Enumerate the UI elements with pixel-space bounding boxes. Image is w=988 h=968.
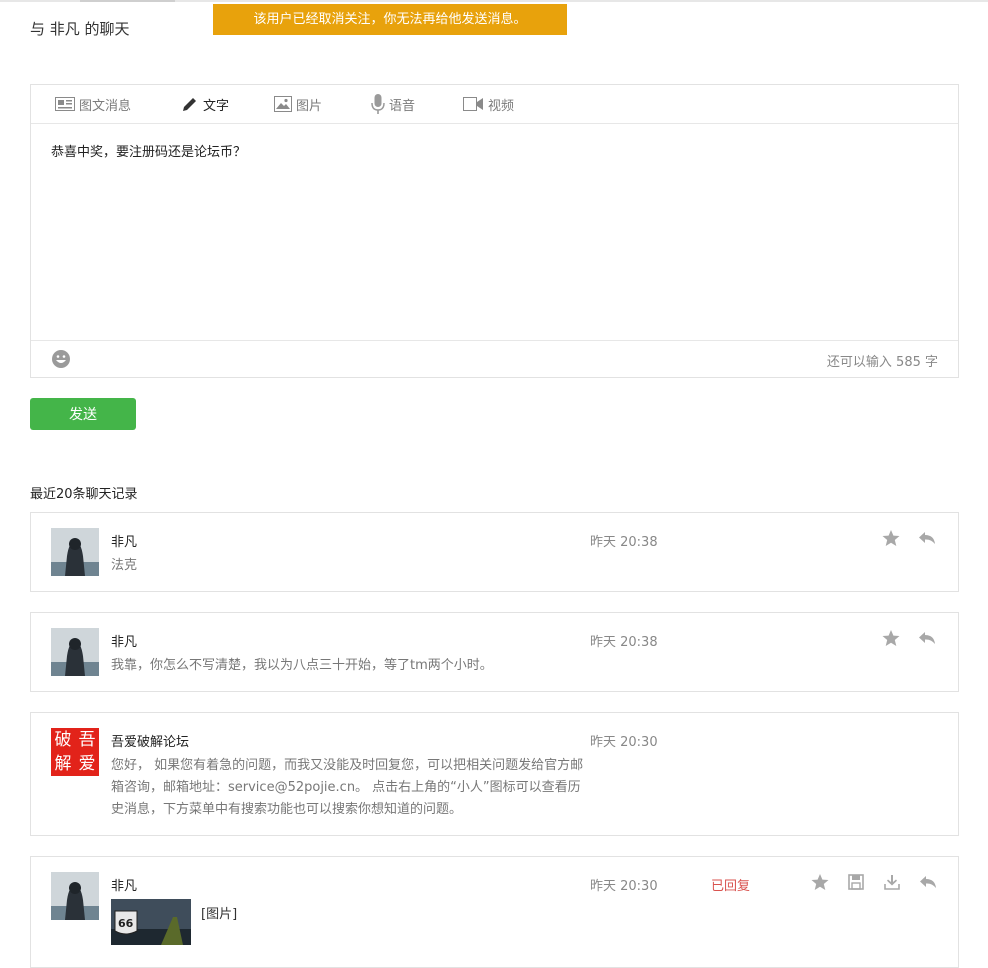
save-icon[interactable] — [847, 873, 865, 891]
emoji-icon[interactable] — [51, 349, 71, 369]
route-sign-number: 66 — [118, 917, 134, 930]
message-time: 昨天 20:38 — [590, 535, 658, 550]
message-textarea[interactable]: 恭喜中奖，要注册码还是论坛币？ — [51, 141, 246, 160]
star-icon[interactable] — [882, 629, 900, 647]
reply-icon[interactable] — [918, 529, 936, 547]
message-editor: 图文消息 文字 图片 语音 视频 恭喜中奖，要注册码还是论坛币？ 还可以输入 5… — [30, 84, 959, 378]
pencil-icon — [183, 98, 196, 111]
image-icon — [274, 96, 292, 112]
char-counter: 还可以输入 585 字 — [826, 355, 938, 370]
tab-voice-label: 语音 — [389, 98, 416, 114]
avatar[interactable] — [51, 628, 99, 676]
tab-voice[interactable]: 语音 — [371, 85, 415, 123]
message-time: 昨天 20:30 — [590, 879, 658, 894]
download-icon[interactable] — [883, 873, 901, 891]
message-type-tabs: 图文消息 文字 图片 语音 视频 — [31, 85, 958, 124]
article-icon — [55, 97, 75, 111]
tab-article[interactable]: 图文消息 — [55, 85, 131, 123]
sender-name: 非凡 — [111, 879, 138, 894]
tab-video-label: 视频 — [488, 98, 515, 114]
tab-video[interactable]: 视频 — [463, 85, 514, 123]
sender-name: 非凡 — [111, 635, 138, 650]
page-title: 与 非凡 的聊天 — [30, 20, 130, 38]
tab-image[interactable]: 图片 — [274, 85, 322, 123]
history-title: 最近20条聊天记录 — [30, 487, 138, 502]
message-item: 非凡 法克 昨天 20:38 — [30, 512, 959, 592]
sender-name: 吾爱破解论坛 — [111, 735, 190, 750]
avatar-char: 解 — [54, 754, 72, 774]
message-time: 昨天 20:38 — [590, 635, 658, 650]
avatar-char: 吾 — [78, 730, 96, 750]
avatar-char: 爱 — [78, 754, 96, 774]
message-text: 您好， 如果您有着急的问题，而我又没能及时回复您，可以把相关问题发给官方邮箱咨询… — [111, 758, 584, 817]
tab-text-label: 文字 — [203, 98, 230, 114]
top-tab-indicator — [80, 0, 175, 2]
tab-article-label: 图文消息 — [79, 98, 132, 114]
message-item: 破 吾 解 爱 吾爱破解论坛 您好， 如果您有着急的问题，而我又没能及时回复您，… — [30, 712, 959, 836]
star-icon[interactable] — [882, 529, 900, 547]
send-button[interactable]: 发送 — [30, 398, 136, 430]
message-time: 昨天 20:30 — [590, 735, 658, 750]
microphone-icon — [371, 94, 385, 114]
message-item: 非凡 66 [图片] 昨天 20:30 已回复 — [30, 856, 959, 968]
video-icon — [463, 97, 483, 111]
unfollow-warning-banner: 该用户已经取消关注，你无法再给他发送消息。 — [213, 4, 567, 35]
image-thumbnail[interactable]: 66 — [111, 899, 191, 945]
editor-footer: 还可以输入 585 字 — [31, 340, 958, 377]
message-item: 非凡 我靠，你怎么不写清楚，我以为八点三十开始，等了tm两个小时。 昨天 20:… — [30, 612, 959, 692]
message-text: 我靠，你怎么不写清楚，我以为八点三十开始，等了tm两个小时。 — [111, 658, 493, 673]
message-text: [图片] — [201, 907, 238, 922]
replied-status: 已回复 — [711, 879, 751, 894]
tab-image-label: 图片 — [296, 98, 323, 114]
sender-name: 非凡 — [111, 535, 138, 550]
avatar[interactable] — [51, 528, 99, 576]
star-icon[interactable] — [811, 873, 829, 891]
reply-icon[interactable] — [919, 873, 937, 891]
reply-icon[interactable] — [918, 629, 936, 647]
avatar[interactable] — [51, 872, 99, 920]
avatar-char: 破 — [54, 730, 72, 750]
message-text: 法克 — [111, 558, 138, 573]
avatar[interactable]: 破 吾 解 爱 — [51, 728, 99, 776]
tab-text[interactable]: 文字 — [181, 85, 229, 123]
